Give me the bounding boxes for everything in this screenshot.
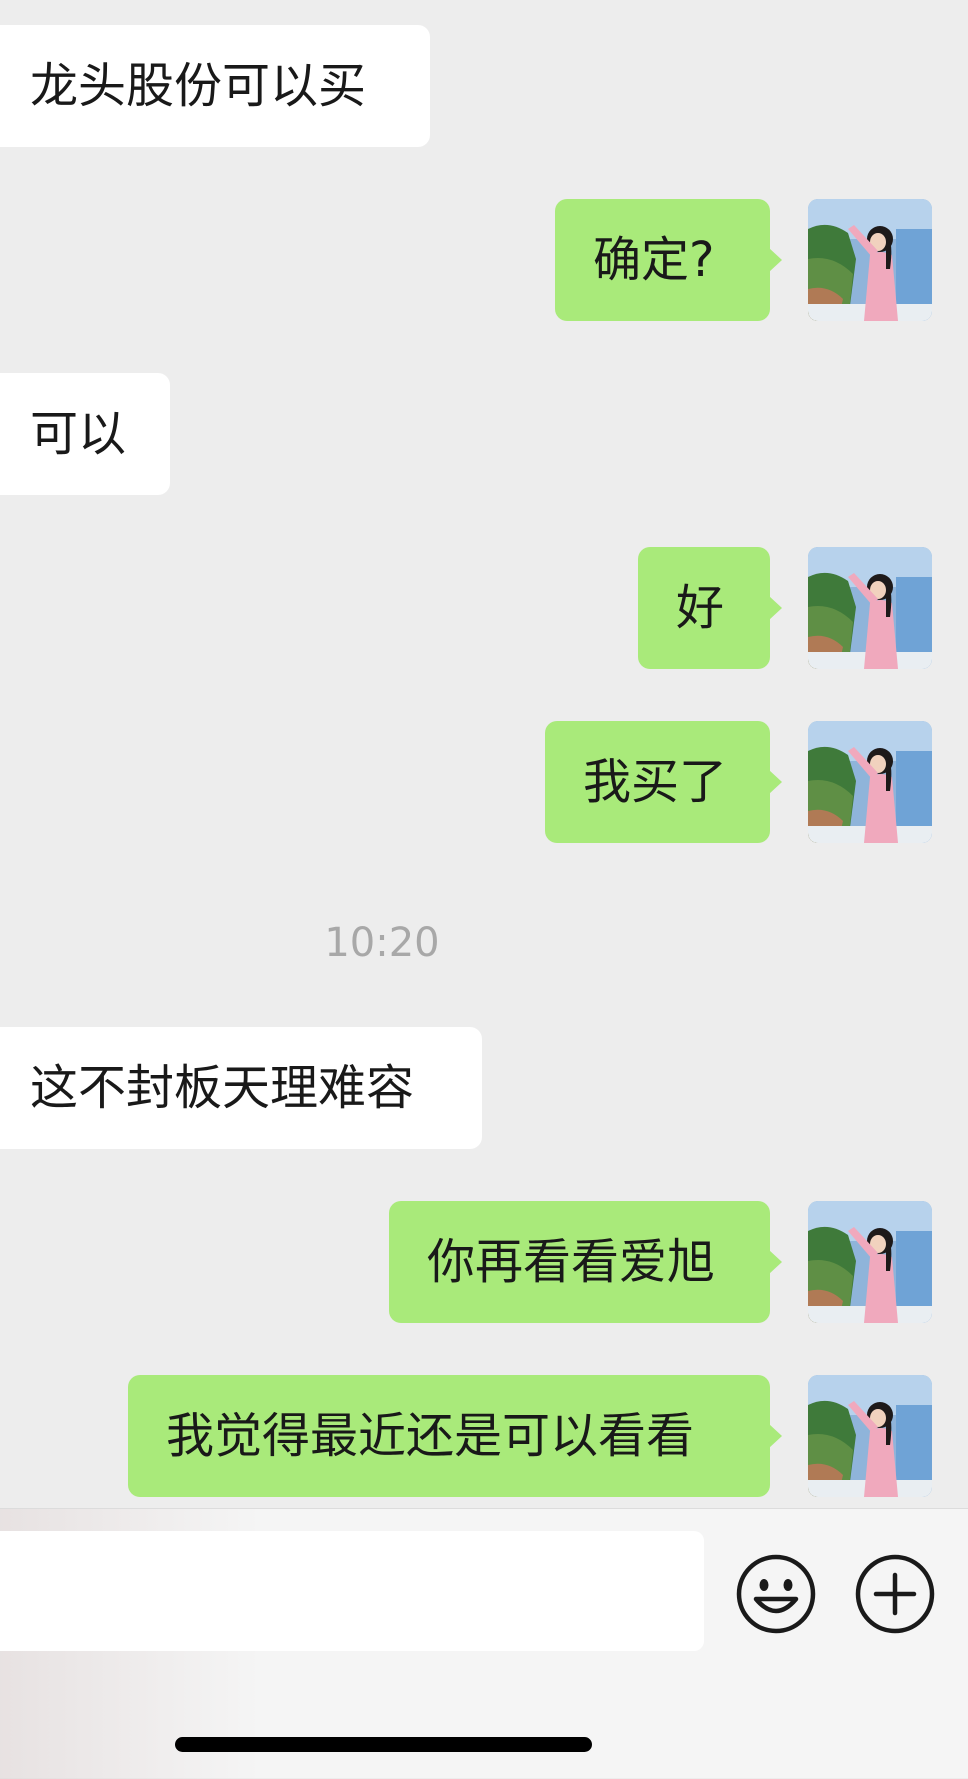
- outgoing-message-bubble[interactable]: 我买了: [545, 721, 782, 843]
- incoming-message-bubble[interactable]: 这不封板天理难容: [0, 1027, 482, 1149]
- outgoing-message-bubble[interactable]: 确定?: [555, 199, 782, 321]
- my-avatar[interactable]: [808, 199, 932, 321]
- more-actions-button[interactable]: [854, 1553, 936, 1635]
- my-avatar[interactable]: [808, 1201, 932, 1323]
- plus-circle-icon: [855, 1554, 935, 1634]
- emoji-button[interactable]: [735, 1553, 817, 1635]
- message-input-field[interactable]: [0, 1531, 704, 1651]
- chat-input-bar: [0, 1508, 968, 1779]
- outgoing-message-bubble[interactable]: 你再看看爱旭: [389, 1201, 782, 1323]
- home-indicator[interactable]: [175, 1737, 592, 1752]
- my-avatar[interactable]: [808, 547, 932, 669]
- message-timestamp: 10:20: [324, 920, 440, 966]
- outgoing-message-bubble[interactable]: 好: [638, 547, 782, 669]
- outgoing-message-bubble[interactable]: 我觉得最近还是可以看看: [128, 1375, 782, 1497]
- emoji-smiley-icon: [736, 1554, 816, 1634]
- incoming-message-bubble[interactable]: 可以: [0, 373, 170, 495]
- my-avatar[interactable]: [808, 721, 932, 843]
- my-avatar[interactable]: [808, 1375, 932, 1497]
- chat-message-list[interactable]: 龙头股份可以买 确定? 可以 好 我买了 10:20 这不封板天理难容 你再看看…: [0, 0, 968, 1508]
- incoming-message-bubble[interactable]: 龙头股份可以买: [0, 25, 430, 147]
